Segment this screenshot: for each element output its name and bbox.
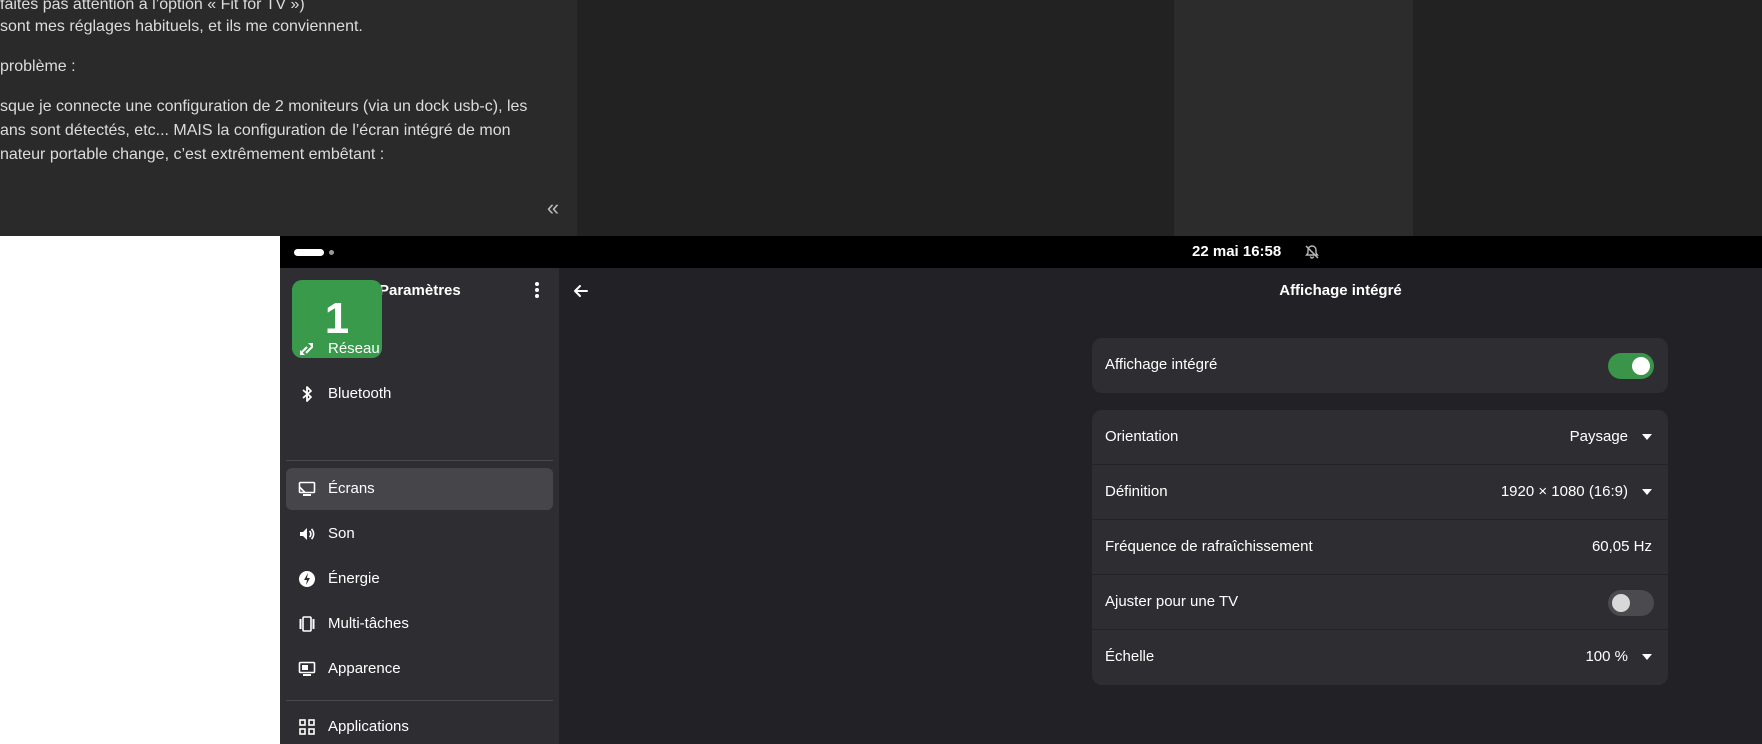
post-line: problème : — [0, 58, 76, 75]
enable-display-row: Affichage intégré — [1092, 338, 1668, 393]
settings-sidebar: Paramètres 1 Réseau Bluetooth Écrans Son… — [280, 268, 559, 744]
post-line: nateur portable change, c’est extrêmemen… — [0, 146, 385, 163]
background-white-area — [0, 236, 280, 744]
refresh-rate-value: 60,05 Hz — [1591, 538, 1652, 555]
bluetooth-icon — [298, 385, 316, 403]
enable-display-card: Affichage intégré — [1092, 338, 1668, 393]
refresh-rate-label: Fréquence de rafraîchissement — [1105, 538, 1313, 555]
bell-muted-icon[interactable] — [1304, 244, 1320, 260]
background-right-area — [1413, 0, 1762, 236]
orientation-row[interactable]: Orientation Paysage — [1092, 410, 1668, 465]
sidebar-item-label: Bluetooth — [328, 385, 392, 402]
orientation-label: Orientation — [1105, 428, 1179, 445]
workspace-indicator-active[interactable] — [294, 249, 324, 256]
chevron-down-icon — [1642, 654, 1652, 660]
kebab-menu-icon[interactable] — [527, 280, 547, 302]
fit-tv-row: Ajuster pour une TV — [1092, 575, 1668, 630]
sidebar-item-label: Énergie — [328, 570, 380, 587]
scale-row[interactable]: Échelle 100 % — [1092, 630, 1668, 685]
chevron-down-icon — [1642, 434, 1652, 440]
sidebar-item-label: Écrans — [328, 480, 375, 497]
sidebar-item-power[interactable]: Énergie — [286, 558, 553, 600]
sidebar-item-appearance[interactable]: Apparence — [286, 648, 553, 690]
display-icon — [298, 480, 316, 498]
network-icon — [298, 340, 316, 358]
sidebar-separator — [286, 700, 553, 701]
sidebar-item-network[interactable]: Réseau — [286, 328, 553, 370]
clock[interactable]: 22 mai 16:58 — [1192, 243, 1281, 260]
chevron-down-icon — [1642, 489, 1652, 495]
sidebar-item-label: Apparence — [328, 660, 401, 677]
appearance-icon — [298, 660, 316, 678]
sidebar-item-label: Applications — [328, 718, 409, 735]
refresh-rate-row: Fréquence de rafraîchissement 60,05 Hz — [1092, 520, 1668, 575]
sidebar-item-label: Multi-tâches — [328, 615, 409, 632]
display-settings-panel: Affichage intégré Affichage intégré Orie… — [559, 268, 1762, 744]
display-settings-card: Orientation Paysage Définition 1920 × 10… — [1092, 410, 1668, 685]
post-line: sque je connecte une configuration de 2 … — [0, 98, 528, 115]
sidebar-title: Paramètres — [379, 282, 461, 299]
background-content-area — [577, 0, 1174, 236]
enable-display-toggle[interactable] — [1608, 353, 1654, 379]
sidebar-item-displays[interactable]: Écrans — [286, 468, 553, 510]
sidebar-item-applications[interactable]: Applications — [286, 706, 553, 744]
top-bar: 22 mai 16:58 — [280, 236, 1762, 268]
desktop: faites pas attention à l’option « Fit fo… — [0, 0, 1762, 744]
resolution-label: Définition — [1105, 483, 1168, 500]
workspace-indicator-dot[interactable] — [329, 250, 334, 255]
sidebar-item-bluetooth[interactable]: Bluetooth — [286, 373, 553, 415]
background-side-pane — [1174, 0, 1413, 236]
sidebar-item-label: Réseau — [328, 340, 380, 357]
collapse-panel-button[interactable]: « — [543, 197, 563, 219]
speaker-icon — [298, 525, 316, 543]
scale-value: 100 % — [1585, 648, 1628, 665]
fit-tv-toggle[interactable] — [1608, 590, 1654, 616]
sidebar-item-sound[interactable]: Son — [286, 513, 553, 555]
forum-post: faites pas attention à l’option « Fit fo… — [0, 0, 577, 236]
resolution-value: 1920 × 1080 (16:9) — [1500, 483, 1628, 500]
multitasking-icon — [298, 615, 316, 633]
orientation-value: Paysage — [1569, 428, 1628, 445]
apps-grid-icon — [298, 718, 316, 736]
sidebar-separator — [286, 460, 553, 461]
page-title: Affichage intégré — [1279, 282, 1402, 299]
post-line: sont mes réglages habituels, et ils me c… — [0, 18, 363, 35]
background-window: faites pas attention à l’option « Fit fo… — [0, 0, 1762, 236]
power-icon — [298, 570, 316, 588]
sidebar-item-label: Son — [328, 525, 355, 542]
post-line: ans sont détectés, etc... MAIS la config… — [0, 122, 511, 139]
enable-display-label: Affichage intégré — [1105, 356, 1218, 373]
sidebar-item-multitasking[interactable]: Multi-tâches — [286, 603, 553, 645]
resolution-row[interactable]: Définition 1920 × 1080 (16:9) — [1092, 465, 1668, 520]
scale-label: Échelle — [1105, 648, 1155, 665]
fit-tv-label: Ajuster pour une TV — [1105, 593, 1239, 610]
